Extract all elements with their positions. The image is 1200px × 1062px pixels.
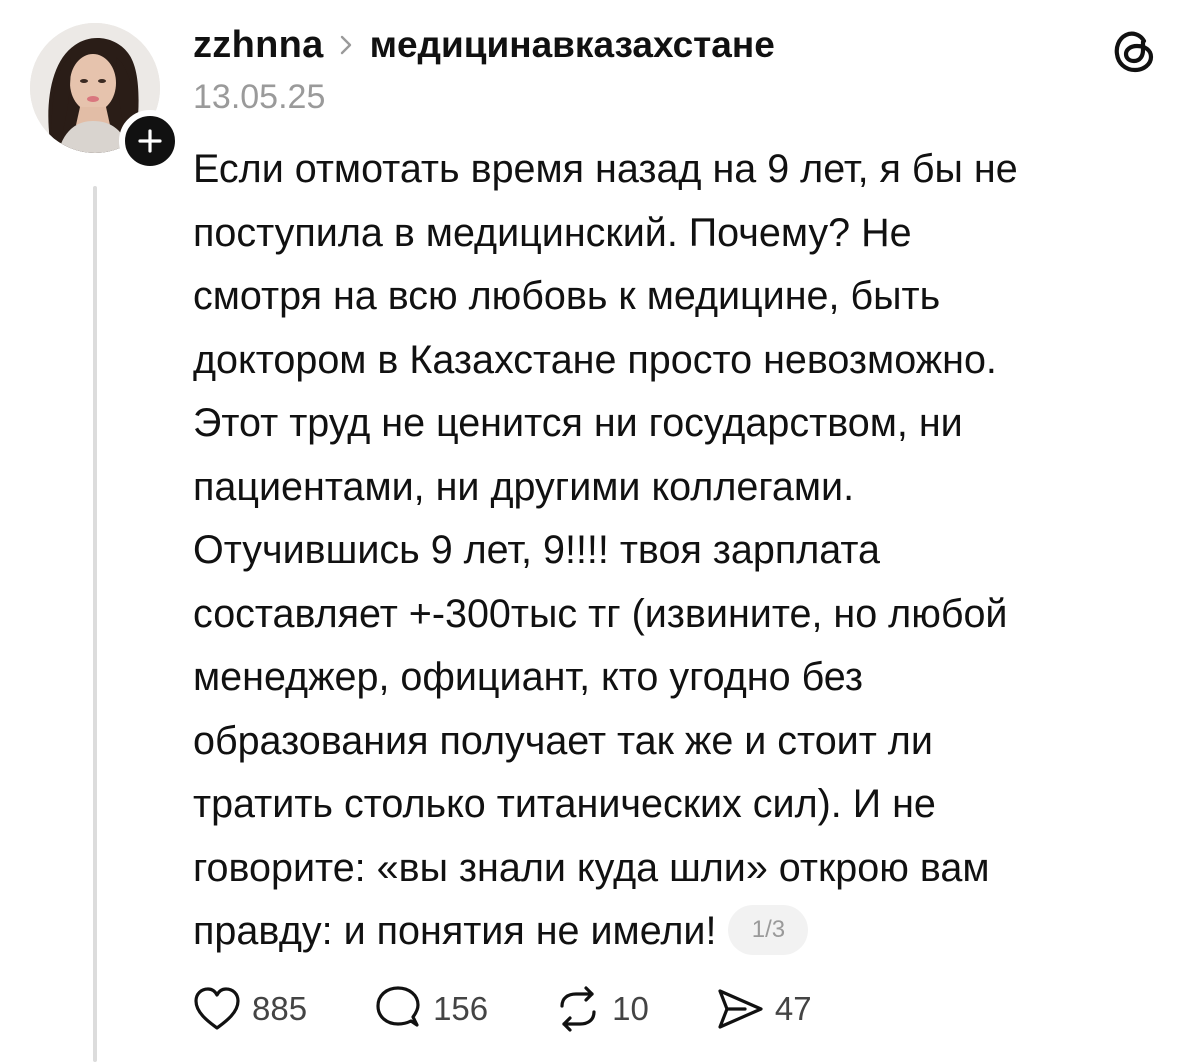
post-header: zzhnna медицинавказахстане xyxy=(193,20,775,70)
likes-count: 885 xyxy=(252,990,308,1027)
heart-icon xyxy=(194,987,240,1030)
post-body: Если отмотать время назад на 9 лет, я бы… xyxy=(193,138,1183,964)
plus-icon xyxy=(138,129,162,153)
chevron-right-icon xyxy=(340,35,352,55)
like-button[interactable]: 885 xyxy=(192,986,307,1032)
follow-button[interactable] xyxy=(119,110,181,172)
repost-button[interactable]: 10 xyxy=(554,986,649,1032)
comments-count: 156 xyxy=(433,990,489,1027)
page-indicator-badge: 1/3 xyxy=(728,904,809,955)
community-name[interactable]: медицинавказахстане xyxy=(370,24,775,66)
avatar-container[interactable] xyxy=(30,23,181,172)
send-icon xyxy=(718,989,763,1029)
threads-post: zzhnna медицинавказахстане 13.05.25 Если… xyxy=(0,0,1200,1062)
thread-line xyxy=(93,186,97,1062)
post-actions: 885 156 10 47 xyxy=(192,983,878,1035)
author-username[interactable]: zzhnna xyxy=(193,24,324,67)
repost-icon xyxy=(560,986,596,1032)
share-button[interactable]: 47 xyxy=(715,987,812,1031)
threads-logo-icon[interactable] xyxy=(1108,24,1160,76)
reposts-count: 10 xyxy=(612,990,649,1027)
comment-icon xyxy=(376,986,420,1027)
comment-button[interactable]: 156 xyxy=(373,985,488,1033)
shares-count: 47 xyxy=(774,990,812,1027)
post-text: Если отмотать время назад на 9 лет, я бы… xyxy=(193,147,1018,953)
post-date: 13.05.25 xyxy=(193,78,326,116)
